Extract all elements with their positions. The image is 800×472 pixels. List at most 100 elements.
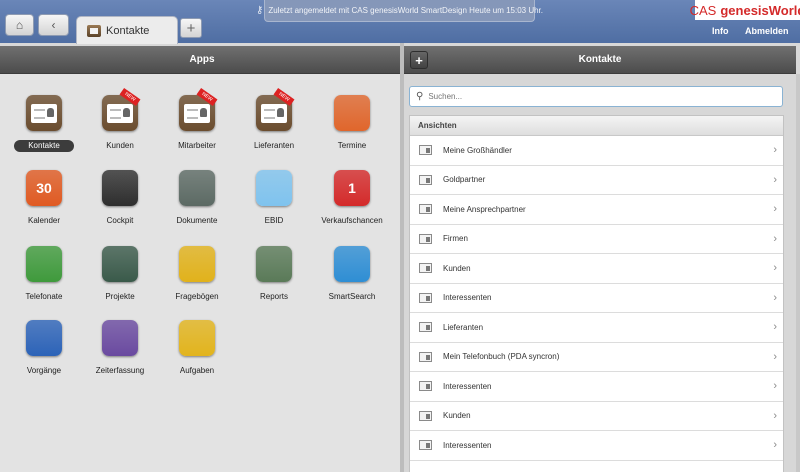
view-icon (419, 263, 432, 274)
app-dokumente[interactable]: Dokumente (159, 170, 235, 230)
app-vorgänge[interactable]: Vorgänge (6, 320, 82, 380)
app-label: Telefonate (25, 292, 63, 301)
apps-panel-header: Apps (0, 46, 404, 74)
view-icon (419, 292, 432, 303)
phone-icon (26, 246, 62, 282)
app-lieferanten[interactable]: NEW Lieferanten (236, 87, 312, 155)
app-zeiterfassung[interactable]: Zeiterfassung (82, 320, 158, 380)
view-icon (419, 322, 432, 333)
views-list: Ansichten Meine Großhändler › Goldpartner ›… (409, 115, 784, 472)
chevron-right-icon: › (773, 409, 777, 422)
logo: CAS genesisWorld (690, 0, 800, 20)
chevron-left-icon: ‹ (51, 18, 56, 32)
home-button[interactable]: ⌂ (5, 14, 34, 36)
app-label: Fragebögen (175, 292, 219, 301)
calendar-icon: 30 (26, 170, 62, 206)
app-termine[interactable]: Termine (314, 95, 390, 155)
list-item[interactable]: Meine Großhändler › (410, 136, 783, 166)
search-icon (334, 246, 370, 282)
app-reports[interactable]: Reports (236, 246, 312, 306)
chevron-right-icon: › (773, 321, 777, 333)
info-link[interactable]: Info (712, 26, 729, 36)
app-kalender[interactable]: 30 Kalender (6, 170, 82, 230)
list-item-label: Goldpartner (443, 175, 486, 185)
list-item-label: Interessenten (443, 293, 492, 303)
app-ebid[interactable]: EBID (236, 170, 312, 230)
logo-cas: CAS (689, 2, 717, 18)
app-mitarbeiter[interactable]: NEW Mitarbeiter (159, 87, 235, 155)
scrollbar[interactable] (796, 74, 800, 472)
app-aufgaben[interactable]: Aufgaben (159, 320, 235, 380)
app-label: Reports (259, 292, 288, 301)
app-verkaufschancen[interactable]: 1 Verkaufschancen (314, 170, 390, 230)
app-glyph: 30 (36, 180, 52, 196)
chevron-right-icon: › (773, 203, 777, 215)
app-label: Mitarbeiter (178, 141, 216, 150)
project-icon (102, 246, 138, 282)
card-icon (107, 103, 133, 123)
employees-card-icon: NEW (179, 87, 218, 131)
reports-icon (256, 246, 292, 282)
chevron-right-icon: › (773, 262, 777, 274)
ebid-icon (256, 170, 292, 206)
chevron-right-icon: › (773, 291, 777, 304)
list-item[interactable]: Firmen › (410, 225, 783, 254)
search-icon: ⚲ (416, 91, 424, 102)
list-item[interactable]: Lieferanten › (410, 313, 783, 343)
list-item[interactable]: Interessenten › (410, 431, 783, 461)
app-label: Lieferanten (253, 141, 295, 150)
app-label: Vorgänge (26, 366, 62, 375)
views-section-header: Ansichten (410, 116, 783, 136)
tab-kontakte[interactable]: Kontakte (76, 16, 178, 44)
app-fragebögen[interactable]: Fragebögen (159, 246, 235, 306)
stopwatch-icon (102, 320, 138, 356)
app-kunden[interactable]: NEW Kunden (82, 87, 158, 155)
view-icon (419, 233, 432, 244)
card-icon (261, 103, 287, 123)
contacts-panel: ⚲ Ansichten Meine Großhändler›Goldpartne… (404, 74, 796, 472)
app-label: SmartSearch (328, 292, 376, 301)
contacts-card-icon (26, 95, 62, 131)
task-check-icon (179, 320, 215, 356)
clock-icon (334, 95, 370, 131)
login-notice-text: Zuletzt angemeldet mit CAS genesisWorld … (268, 6, 543, 15)
app-label: Zeiterfassung (95, 366, 145, 375)
app-label: Kalender (27, 216, 61, 225)
top-bar: ⌂ ‹ Kontakte + ⚷ Zuletzt angemeldet mit … (0, 0, 800, 44)
list-item-label: Meine Großhändler (443, 145, 512, 155)
chevron-right-icon: › (773, 173, 777, 186)
app-kontakte[interactable]: Kontakte (6, 95, 82, 155)
app-projekte[interactable]: Projekte (82, 246, 158, 306)
list-item[interactable]: Interessenten › (410, 284, 783, 313)
app-label: Kunden (106, 141, 134, 150)
add-button[interactable]: + (410, 51, 428, 69)
list-item-label: Kunden (443, 263, 471, 273)
list-item-label: Firmen (443, 234, 468, 244)
list-item[interactable]: Mein Telefonbuch (PDA syncron) › (410, 343, 783, 372)
list-item[interactable]: Interessenten › (410, 372, 783, 402)
app-telefonate[interactable]: Telefonate (6, 246, 82, 306)
tab-label: Kontakte (106, 24, 150, 37)
list-item-label: Interessenten (443, 440, 492, 450)
logout-link[interactable]: Abmelden (745, 26, 789, 36)
search-field[interactable]: ⚲ (409, 86, 783, 107)
app-label: Verkaufschancen (321, 216, 383, 225)
view-icon (419, 410, 432, 421)
apps-panel-title: Apps (189, 54, 215, 65)
app-smartsearch[interactable]: SmartSearch (314, 246, 390, 306)
view-icon (419, 204, 432, 215)
add-tab-button[interactable]: + (180, 18, 202, 38)
app-cockpit[interactable]: Cockpit (82, 170, 158, 230)
search-input[interactable] (428, 92, 759, 101)
app-label: Termine (337, 141, 367, 150)
list-item[interactable]: Kunden › (410, 254, 783, 284)
back-button[interactable]: ‹ (38, 14, 69, 36)
list-item[interactable]: Goldpartner › (410, 166, 783, 195)
app-grid: Kontakte NEW Kunden NEW Mitarbeiter NEW Liefer… (0, 74, 400, 472)
list-item[interactable]: Kunden › (410, 402, 783, 431)
view-icon (419, 174, 432, 185)
list-item[interactable]: Meine Ansprechpartner › (410, 195, 783, 225)
key-icon: ⚷ (256, 5, 264, 16)
app-label: Kontakte (14, 140, 74, 152)
chevron-right-icon: › (773, 380, 777, 392)
